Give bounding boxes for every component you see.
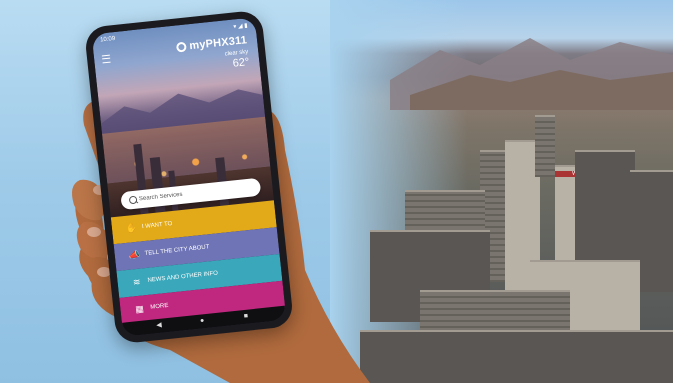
grid-icon: ▦ <box>134 303 145 315</box>
back-icon[interactable]: ◀ <box>156 322 162 331</box>
search-icon <box>128 195 138 205</box>
info-icon: ≋ <box>132 276 141 288</box>
tile-label: I WANT TO <box>141 221 173 231</box>
status-icons: ▾ ◢ ▮ <box>233 23 248 31</box>
promo-image: WELLS FARGO <box>0 0 673 383</box>
temperature: 62° <box>232 56 250 70</box>
hero-image: 10:09 ▾ ◢ ▮ myPHX311 clear sky 62° <box>91 17 287 296</box>
tile-label: NEWS AND OTHER INFO <box>147 270 219 284</box>
logo-icon <box>176 41 187 53</box>
recents-icon[interactable]: ■ <box>244 313 249 321</box>
smartphone: 10:09 ▾ ◢ ▮ myPHX311 clear sky 62° ✋ I W… <box>83 9 295 345</box>
megaphone-icon: 📣 <box>128 249 141 261</box>
tile-label: TELL THE CITY ABOUT <box>144 244 210 258</box>
hand-icon: ✋ <box>125 222 138 234</box>
app-screen: 10:09 ▾ ◢ ▮ myPHX311 clear sky 62° ✋ I W… <box>91 17 287 337</box>
home-icon[interactable]: ● <box>200 317 205 325</box>
hamburger-menu-icon[interactable] <box>101 54 111 64</box>
status-time: 10:09 <box>99 35 116 44</box>
tile-label: MORE <box>150 302 169 311</box>
